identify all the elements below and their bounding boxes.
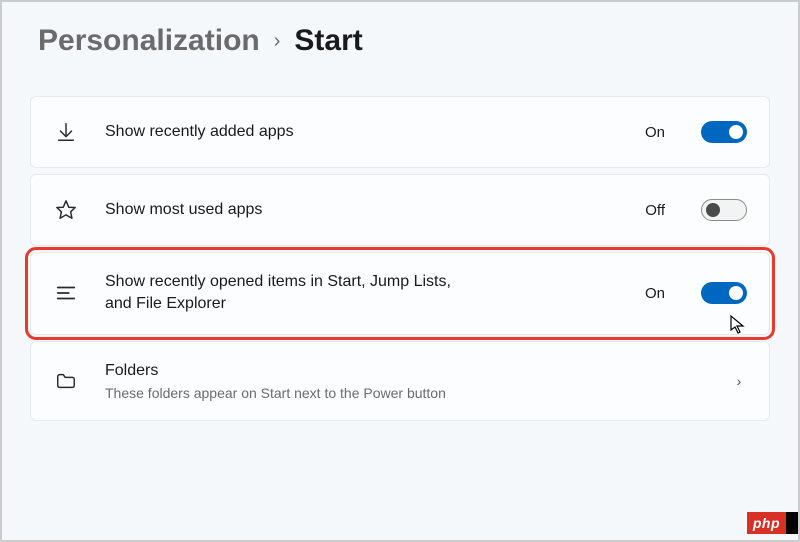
setting-label: Show recently added apps: [105, 121, 619, 143]
setting-subtitle: These folders appear on Start next to th…: [105, 384, 705, 402]
toggle-state-label: Off: [645, 202, 665, 219]
setting-title: Show most used apps: [105, 199, 619, 221]
setting-title: Show recently added apps: [105, 121, 619, 143]
download-icon: [53, 119, 79, 145]
setting-row-recently-opened-items: Show recently opened items in Start, Jum…: [30, 252, 770, 335]
setting-row-recently-added-apps: Show recently added apps On: [30, 96, 770, 168]
list-icon: [53, 280, 79, 306]
breadcrumb: Personalization › Start: [30, 24, 770, 58]
cursor-icon: [729, 314, 747, 336]
toggle-state-label: On: [645, 124, 665, 141]
folder-icon: [53, 368, 79, 394]
star-icon: [53, 197, 79, 223]
breadcrumb-parent[interactable]: Personalization: [38, 24, 260, 58]
setting-title: Show recently opened items in Start, Jum…: [105, 271, 465, 316]
breadcrumb-current: Start: [294, 24, 362, 58]
chevron-right-icon: ›: [731, 373, 747, 389]
toggle-recently-added-apps[interactable]: [701, 121, 747, 143]
setting-row-most-used-apps: Show most used apps Off: [30, 174, 770, 246]
setting-title: Folders: [105, 360, 705, 382]
setting-row-folders[interactable]: Folders These folders appear on Start ne…: [30, 341, 770, 422]
toggle-recently-opened-items[interactable]: [701, 282, 747, 304]
watermark: php: [747, 512, 786, 534]
toggle-most-used-apps[interactable]: [701, 199, 747, 221]
chevron-right-icon: ›: [274, 30, 281, 53]
setting-label: Folders These folders appear on Start ne…: [105, 360, 705, 403]
toggle-state-label: On: [645, 285, 665, 302]
setting-label: Show recently opened items in Start, Jum…: [105, 271, 619, 316]
setting-label: Show most used apps: [105, 199, 619, 221]
